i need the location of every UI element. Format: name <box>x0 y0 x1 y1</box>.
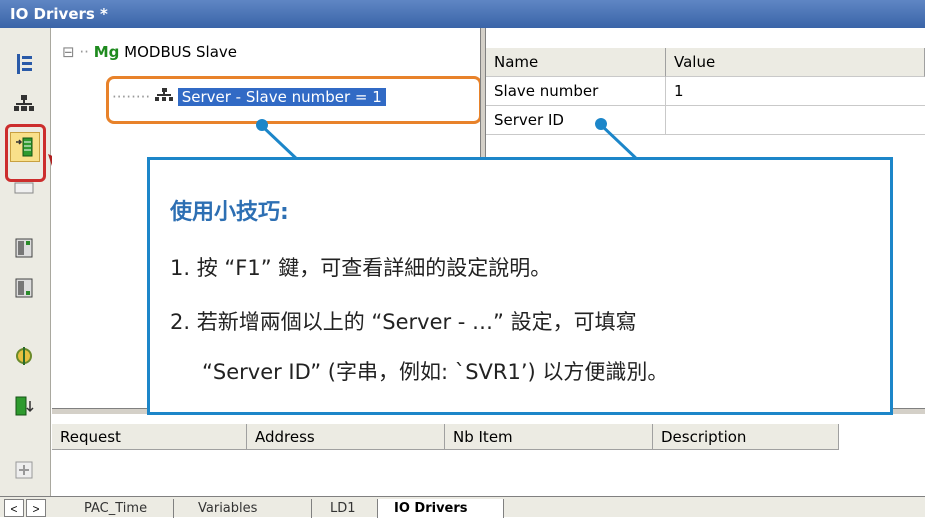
tree-item-modbus-slave[interactable]: ⊟ ·· Mg MODBUS Slave <box>62 40 237 64</box>
column-header-description[interactable]: Description <box>653 424 839 450</box>
property-value[interactable] <box>666 106 925 135</box>
tree-view-icon[interactable] <box>10 50 38 78</box>
column-header-request[interactable]: Request <box>52 424 247 450</box>
column-header-address[interactable]: Address <box>247 424 445 450</box>
tab-scroll-left-button[interactable]: < <box>4 499 24 517</box>
callout-tip-1: 1. 按 “F1” 鍵，可查看詳細的設定說明。 <box>170 256 552 280</box>
tab-io-drivers[interactable]: IO Drivers <box>378 499 504 518</box>
sort-icon[interactable] <box>10 392 38 420</box>
move-down-icon[interactable] <box>10 274 38 302</box>
split-icon[interactable] <box>10 342 38 370</box>
modbus-icon: Mg <box>93 43 120 61</box>
add-row-icon[interactable] <box>10 456 38 484</box>
callout-tip-2-cont: “Server ID” (字串，例如: `SVR1’) 以方便識別。 <box>202 360 669 384</box>
server-highlight <box>106 76 482 124</box>
tab-variables[interactable]: Variables <box>174 499 312 518</box>
column-header-nb-item[interactable]: Nb Item <box>445 424 653 450</box>
tree-item-label: MODBUS Slave <box>124 43 237 61</box>
callout-title: 使用小技巧: <box>170 200 289 225</box>
tab-scroll-right-button[interactable]: > <box>26 499 46 517</box>
column-header-value[interactable]: Value <box>666 48 925 77</box>
property-value[interactable]: 1 <box>666 77 925 106</box>
property-name: Slave number <box>486 77 666 106</box>
network-icon[interactable] <box>10 90 38 118</box>
expand-icon[interactable]: ⊟ <box>62 43 75 61</box>
tab-ld1[interactable]: LD1 <box>312 499 378 518</box>
callout-tip-2: 2. 若新增兩個以上的 “Server - …” 設定，可填寫 <box>170 310 637 334</box>
vertical-toolbar <box>0 28 51 496</box>
window-title: IO Drivers * <box>0 0 925 28</box>
property-name: Server ID <box>486 106 666 135</box>
tip-callout: 使用小技巧: 1. 按 “F1” 鍵，可查看詳細的設定說明。 2. 若新增兩個以… <box>147 157 893 415</box>
request-grid: Request Address Nb Item Description <box>52 414 925 494</box>
column-header-name[interactable]: Name <box>486 48 666 77</box>
document-tabs: < > PAC_Time Variables LD1 IO Drivers <box>0 496 925 518</box>
move-up-icon[interactable] <box>10 234 38 262</box>
tab-pac-time[interactable]: PAC_Time <box>54 499 174 518</box>
